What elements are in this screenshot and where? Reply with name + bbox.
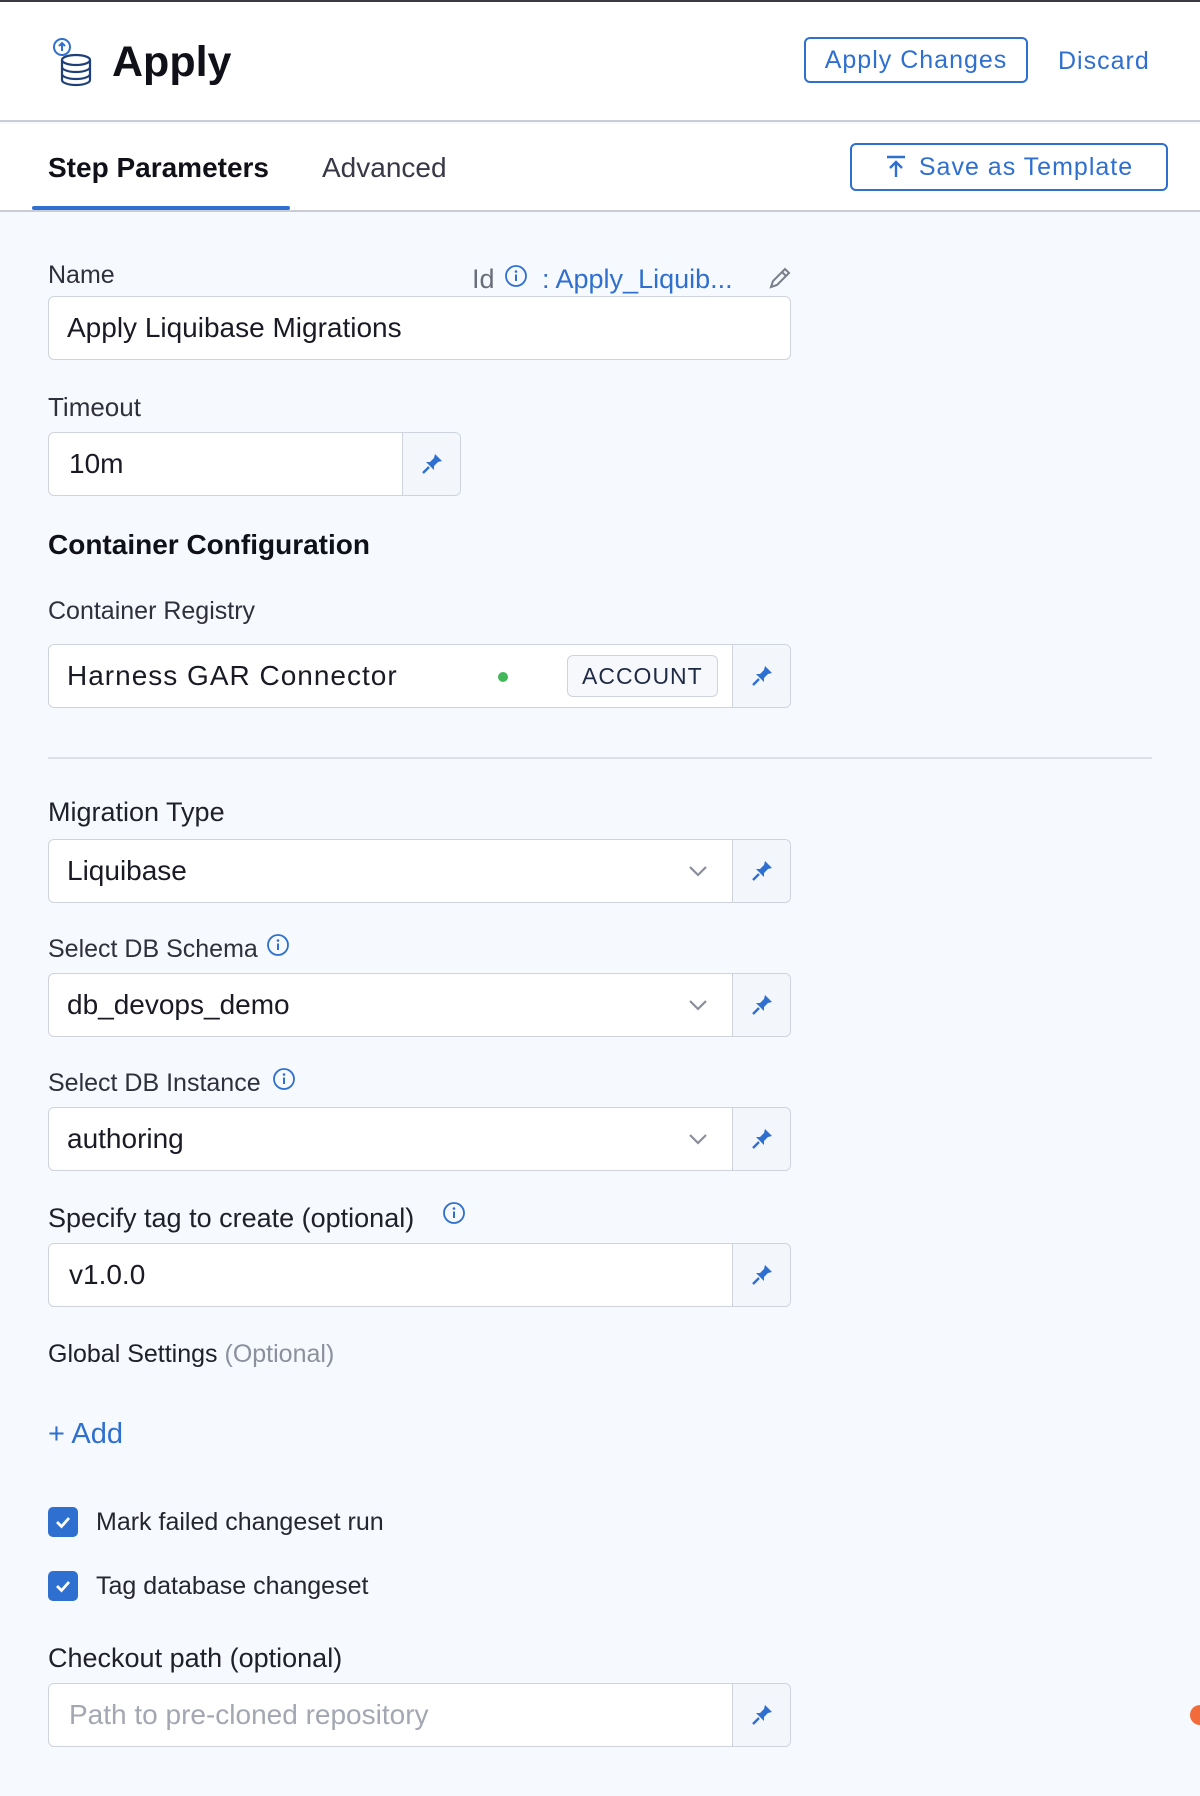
scope-badge: ACCOUNT (567, 655, 718, 697)
checkout-path-input[interactable]: Path to pre-cloned repository (48, 1683, 791, 1747)
name-input[interactable]: Apply Liquibase Migrations (48, 296, 791, 360)
id-label: Id (472, 264, 495, 294)
pin-icon (751, 1705, 772, 1725)
upload-icon (886, 155, 905, 177)
tag-input[interactable]: v1.0.0 (48, 1243, 791, 1307)
db-instance-pin-button[interactable] (732, 1108, 790, 1170)
timeout-label: Timeout (48, 392, 141, 422)
container-registry-select[interactable]: Harness GAR Connector ACCOUNT (48, 644, 791, 708)
db-schema-pin-button[interactable] (732, 974, 790, 1036)
pin-icon (751, 666, 772, 686)
pin-icon (751, 1265, 772, 1285)
container-registry-pin-button[interactable] (732, 645, 790, 707)
database-apply-icon (53, 38, 92, 87)
container-configuration-title: Container Configuration (48, 529, 370, 560)
global-settings-title: Global Settings (48, 1340, 218, 1368)
tag-input-value: v1.0.0 (69, 1259, 146, 1290)
active-tab-indicator (32, 206, 290, 210)
checkmark-icon (56, 1581, 71, 1593)
info-icon (443, 1202, 465, 1224)
timeout-input-value: 10m (69, 448, 124, 479)
checkout-path-label: Checkout path (optional) (48, 1643, 343, 1673)
save-as-template-button[interactable]: Save as Template (850, 143, 1168, 191)
migration-type-pin-button[interactable] (732, 840, 790, 902)
db-instance-select[interactable]: authoring (48, 1107, 791, 1171)
tag-label: Specify tag to create (optional) (48, 1203, 415, 1233)
migration-type-select[interactable]: Liquibase (48, 839, 791, 903)
global-settings-label: Global Settings (Optional) (48, 1339, 334, 1369)
add-global-setting-button[interactable]: + Add (48, 1416, 123, 1452)
connector-status-dot (498, 672, 508, 682)
discard-button[interactable]: Discard (1058, 42, 1150, 80)
name-input-value: Apply Liquibase Migrations (67, 312, 402, 343)
tag-changeset-label: Tag database changeset (96, 1572, 369, 1600)
container-registry-value: Harness GAR Connector (67, 660, 398, 691)
notification-dot[interactable] (1190, 1705, 1200, 1725)
step-header: Apply Apply Changes Discard (0, 2, 1200, 122)
db-schema-select[interactable]: db_devops_demo (48, 973, 791, 1037)
pin-icon (421, 454, 442, 474)
save-as-template-label: Save as Template (918, 152, 1134, 181)
pin-icon (751, 1129, 772, 1149)
tag-changeset-checkbox[interactable] (48, 1571, 78, 1601)
db-schema-value: db_devops_demo (67, 989, 290, 1020)
info-icon (505, 265, 527, 287)
tab-bar: Step Parameters Advanced Save as Templat… (0, 124, 1200, 212)
db-instance-value: authoring (67, 1123, 184, 1154)
timeout-input[interactable]: 10m (48, 432, 461, 496)
chevron-down-icon[interactable] (687, 974, 709, 1036)
db-schema-label: Select DB Schema (48, 935, 258, 963)
checkout-path-pin-button[interactable] (732, 1684, 790, 1746)
section-divider (48, 757, 1152, 759)
mark-failed-label: Mark failed changeset run (96, 1508, 384, 1536)
name-label: Name (48, 261, 115, 289)
edit-pencil-icon[interactable] (766, 264, 794, 292)
migration-type-label: Migration Type (48, 797, 225, 827)
tag-pin-button[interactable] (732, 1244, 790, 1306)
checkout-path-placeholder: Path to pre-cloned repository (69, 1699, 429, 1730)
page-title: Apply (112, 38, 232, 86)
tab-step-parameters[interactable]: Step Parameters (48, 150, 269, 186)
tab-advanced[interactable]: Advanced (322, 150, 447, 186)
timeout-pin-button[interactable] (402, 433, 460, 495)
chevron-down-icon[interactable] (687, 1108, 709, 1170)
mark-failed-checkbox[interactable] (48, 1507, 78, 1537)
checkmark-icon (56, 1517, 71, 1529)
pin-icon (751, 861, 772, 881)
global-settings-optional: (Optional) (224, 1340, 335, 1368)
apply-changes-button[interactable]: Apply Changes (804, 37, 1028, 83)
container-registry-label: Container Registry (48, 597, 256, 625)
info-icon (267, 934, 289, 956)
migration-type-value: Liquibase (67, 855, 187, 886)
pin-icon (751, 995, 772, 1015)
db-instance-label: Select DB Instance (48, 1069, 261, 1097)
chevron-down-icon[interactable] (687, 840, 709, 902)
id-value: : Apply_Liquib... (542, 264, 733, 294)
info-icon (273, 1068, 295, 1090)
